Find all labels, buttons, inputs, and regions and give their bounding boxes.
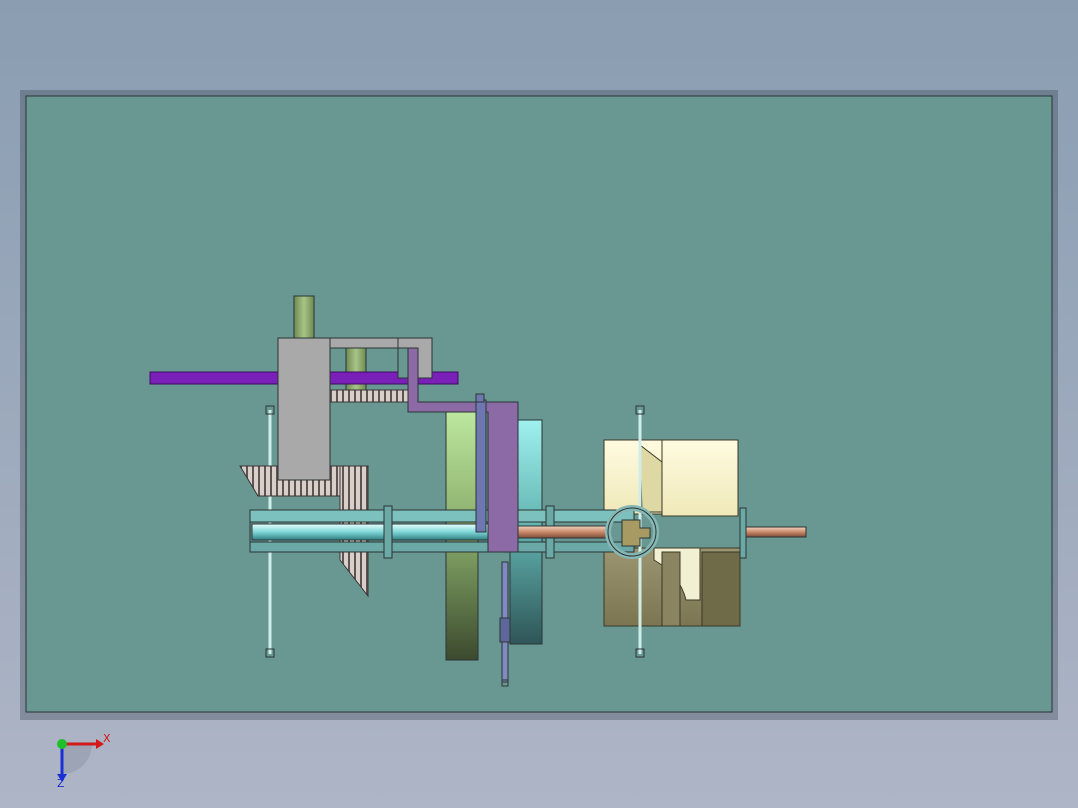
graphics-viewport[interactable]: X Z bbox=[0, 0, 1078, 808]
triad-plane bbox=[62, 744, 92, 774]
z-axis-label: Z bbox=[57, 777, 65, 790]
x-axis-label: X bbox=[103, 732, 111, 745]
yellow-motor[interactable] bbox=[603, 439, 739, 517]
y-axis-dot bbox=[57, 739, 67, 749]
vertical-push-rod[interactable] bbox=[499, 561, 511, 687]
model-canvas[interactable] bbox=[0, 0, 1078, 808]
reference-triad: X Z bbox=[48, 728, 118, 792]
tan-base[interactable] bbox=[603, 547, 741, 627]
